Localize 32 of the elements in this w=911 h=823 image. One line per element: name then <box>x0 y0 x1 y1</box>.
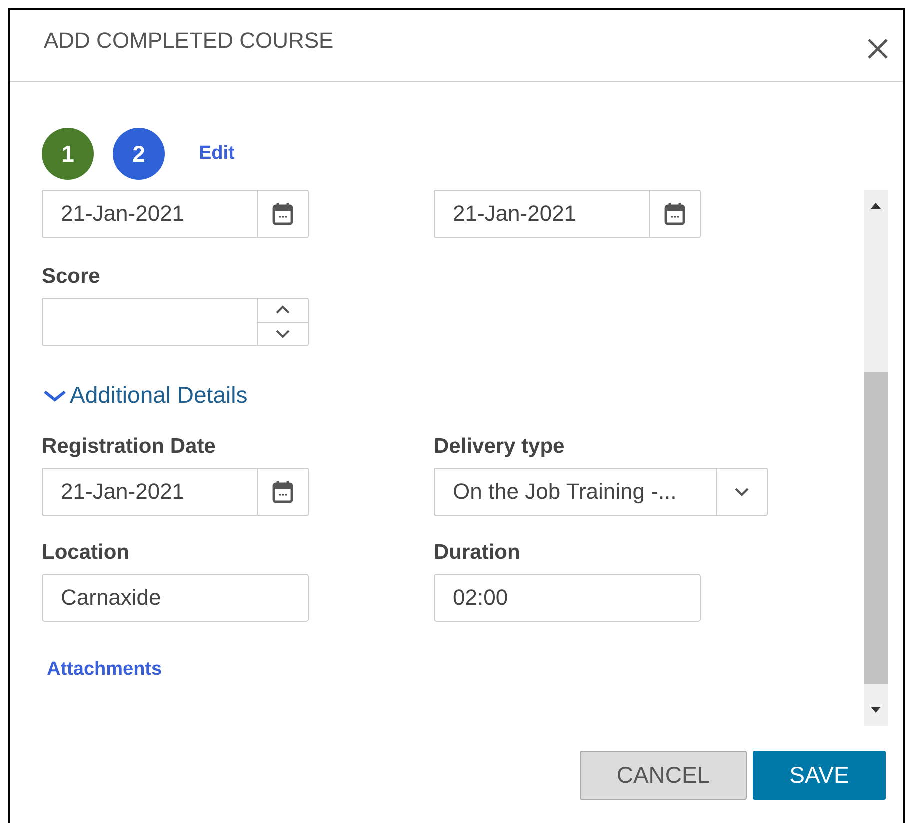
save-button[interactable]: SAVE <box>753 751 886 800</box>
field-label: Registration Date <box>42 435 216 459</box>
score-input[interactable] <box>42 298 309 346</box>
dialog-title: ADD COMPLETED COURSE <box>44 28 334 54</box>
scroll-up-icon[interactable] <box>870 202 882 210</box>
cancel-button[interactable]: CANCEL <box>580 751 747 800</box>
calendar-icon <box>272 202 294 226</box>
calendar-icon <box>272 480 294 504</box>
text-field[interactable]: 02:00 <box>434 574 701 622</box>
delivery-type-dropdown[interactable]: On the Job Training -... <box>434 468 768 516</box>
calendar-icon <box>664 202 686 226</box>
additional-details-toggle[interactable]: Additional Details <box>42 382 248 409</box>
edit-link[interactable]: Edit <box>199 143 235 165</box>
text-field[interactable]: Carnaxide <box>42 574 309 622</box>
field-label: Score <box>42 265 100 289</box>
step-indicator[interactable]: 1 <box>42 128 94 180</box>
scrollbar[interactable] <box>864 190 888 726</box>
chevron-down-icon <box>42 388 68 402</box>
chevron-up-icon <box>275 305 291 316</box>
scroll-down-icon[interactable] <box>870 706 882 714</box>
close-icon <box>867 38 889 60</box>
date-field[interactable]: 21-Jan-2021 <box>42 468 309 516</box>
scrollbar-thumb[interactable] <box>864 372 888 684</box>
chevron-down-icon <box>734 487 750 497</box>
step-indicator[interactable]: 2 <box>113 128 165 180</box>
attachments-link[interactable]: Attachments <box>47 659 162 681</box>
date-field[interactable]: 21-Jan-2021 <box>42 190 309 238</box>
chevron-down-icon <box>275 328 291 339</box>
field-label: Duration <box>434 541 520 565</box>
field-label: Delivery type <box>434 435 565 459</box>
field-label: Location <box>42 541 130 565</box>
date-field[interactable]: 21-Jan-2021 <box>434 190 701 238</box>
